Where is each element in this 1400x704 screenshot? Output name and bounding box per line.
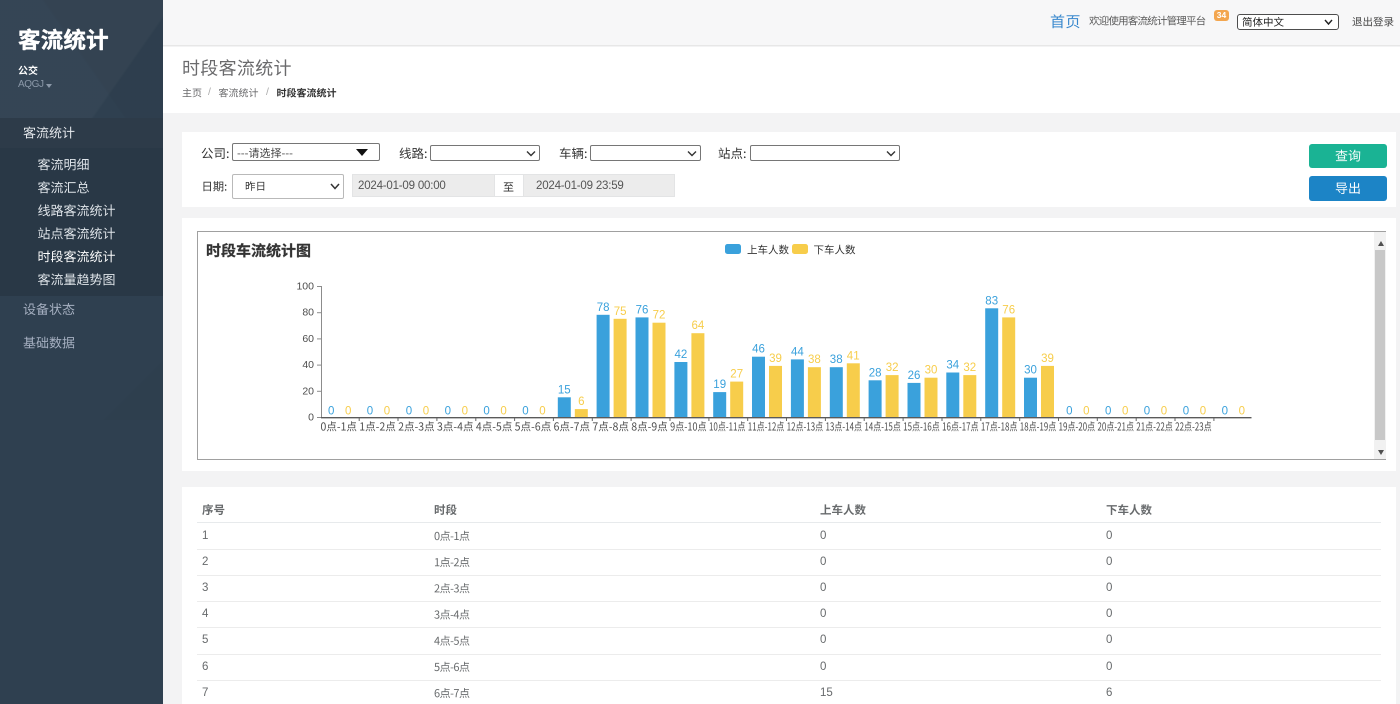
svg-text:38: 38 xyxy=(830,354,843,366)
svg-text:26: 26 xyxy=(908,370,921,382)
svg-text:0: 0 xyxy=(462,406,468,418)
svg-text:75: 75 xyxy=(614,306,627,318)
svg-text:72: 72 xyxy=(653,310,666,322)
svg-text:28: 28 xyxy=(869,367,882,379)
svg-text:0: 0 xyxy=(308,412,314,424)
svg-text:6: 6 xyxy=(578,396,584,408)
svg-text:0: 0 xyxy=(522,406,528,418)
svg-text:0: 0 xyxy=(1144,406,1150,418)
svg-text:78: 78 xyxy=(597,302,610,314)
svg-text:0: 0 xyxy=(345,406,351,418)
svg-text:0: 0 xyxy=(406,406,412,418)
svg-text:39: 39 xyxy=(769,353,782,365)
svg-text:32: 32 xyxy=(886,362,899,374)
svg-text:0: 0 xyxy=(1183,406,1189,418)
svg-text:83: 83 xyxy=(985,295,998,307)
svg-text:19: 19 xyxy=(713,379,726,391)
svg-text:0: 0 xyxy=(539,406,545,418)
svg-text:0: 0 xyxy=(1239,406,1245,418)
svg-text:32: 32 xyxy=(963,362,976,374)
svg-text:0: 0 xyxy=(1200,406,1206,418)
svg-text:100: 100 xyxy=(296,281,314,293)
svg-text:0: 0 xyxy=(1222,406,1228,418)
svg-text:27: 27 xyxy=(730,369,743,381)
svg-text:44: 44 xyxy=(791,346,804,358)
svg-text:0: 0 xyxy=(1105,406,1111,418)
svg-text:30: 30 xyxy=(925,365,938,377)
svg-text:64: 64 xyxy=(692,320,705,332)
svg-text:30: 30 xyxy=(1024,365,1037,377)
svg-text:0: 0 xyxy=(445,406,451,418)
svg-text:0: 0 xyxy=(423,406,429,418)
svg-text:38: 38 xyxy=(808,354,821,366)
svg-text:41: 41 xyxy=(847,350,860,362)
svg-text:40: 40 xyxy=(302,359,314,371)
svg-text:0: 0 xyxy=(483,406,489,418)
svg-text:0: 0 xyxy=(367,406,373,418)
svg-text:76: 76 xyxy=(1002,304,1015,316)
svg-text:80: 80 xyxy=(302,307,314,319)
svg-text:0: 0 xyxy=(1083,406,1089,418)
svg-text:0: 0 xyxy=(384,406,390,418)
svg-text:15: 15 xyxy=(558,384,571,396)
svg-text:34: 34 xyxy=(946,360,959,372)
svg-text:39: 39 xyxy=(1041,353,1054,365)
svg-text:76: 76 xyxy=(636,304,649,316)
svg-text:20: 20 xyxy=(302,385,314,397)
svg-text:0: 0 xyxy=(328,406,334,418)
svg-text:0: 0 xyxy=(1066,406,1072,418)
svg-text:0: 0 xyxy=(500,406,506,418)
svg-text:46: 46 xyxy=(752,344,765,356)
svg-text:0: 0 xyxy=(1122,406,1128,418)
svg-text:42: 42 xyxy=(675,349,688,361)
svg-text:60: 60 xyxy=(302,333,314,345)
svg-text:0: 0 xyxy=(1161,406,1167,418)
